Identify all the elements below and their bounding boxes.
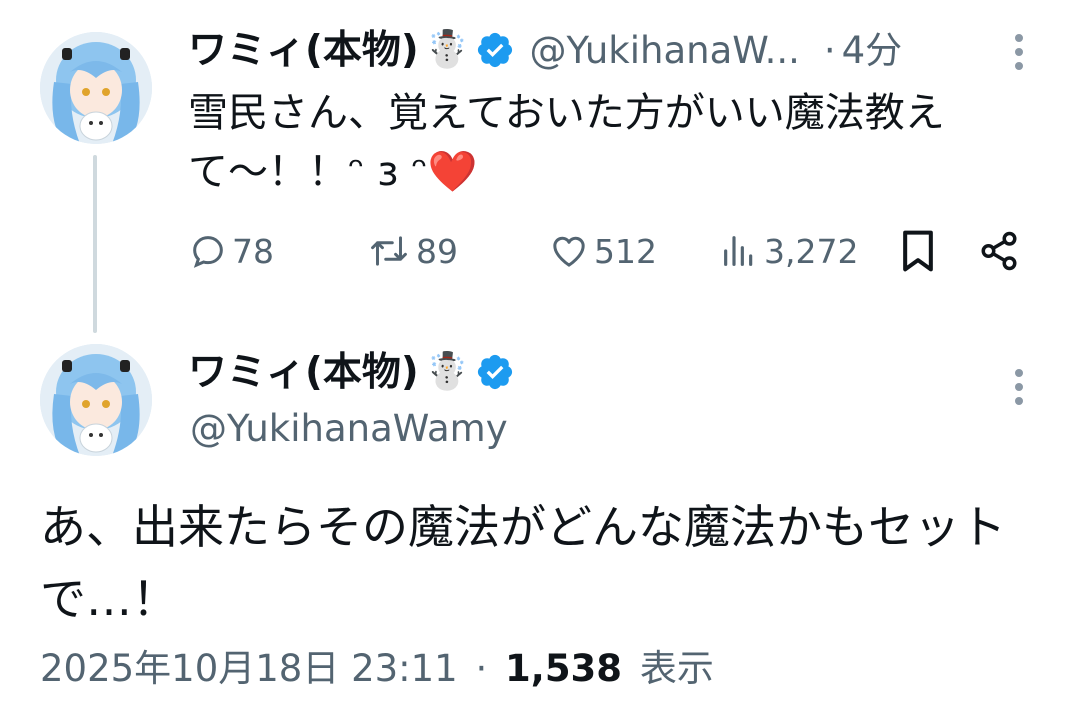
reply-count: 78 xyxy=(232,231,274,271)
time-separator: · xyxy=(823,28,836,72)
verified-badge-icon[interactable] xyxy=(475,352,515,392)
user-handle[interactable]: @YukihanaW... xyxy=(529,32,799,69)
reply-tweet-header: ワミィ(本物) ☃️ @YukihanaW... · 4分 xyxy=(188,30,902,70)
display-name[interactable]: ワミィ(本物) xyxy=(188,31,419,70)
display-name[interactable]: ワミィ(本物) xyxy=(188,353,419,392)
time-ago[interactable]: 4分 xyxy=(842,32,903,69)
share-icon[interactable] xyxy=(978,230,1020,272)
like-count: 512 xyxy=(594,231,657,271)
more-vertical-icon[interactable] xyxy=(1013,367,1025,407)
reply-tweet-text: 雪民さん、覚えておいた方がいい魔法教えて〜！！ᵔ з ᵔ❤️ xyxy=(188,90,945,195)
main-tweet-text: あ、出来たらその魔法がどんな魔法かもセットで…！ xyxy=(40,500,1006,626)
snowman-emoji-icon: ☃️ xyxy=(424,351,470,392)
avatar[interactable] xyxy=(40,32,152,144)
thread-connector-line xyxy=(93,155,97,333)
heart-icon xyxy=(553,236,585,267)
reply-button[interactable]: 78 xyxy=(188,231,274,271)
view-label: 表示 xyxy=(639,647,714,690)
more-vertical-icon[interactable] xyxy=(1013,32,1025,72)
tweet-meta: 2025年10月18日 23:11 · 1,538 表示 xyxy=(40,650,714,687)
view-count[interactable]: 1,538 xyxy=(505,647,622,690)
like-button[interactable]: 512 xyxy=(548,231,657,271)
snowman-emoji-icon: ☃️ xyxy=(424,29,470,70)
meta-separator: · xyxy=(475,647,488,690)
views-icon xyxy=(724,236,753,266)
views-count: 3,272 xyxy=(764,231,859,271)
reply-icon xyxy=(193,236,223,268)
bookmark-icon[interactable] xyxy=(898,229,938,273)
repost-icon xyxy=(371,236,407,266)
tweet-timestamp[interactable]: 2025年10月18日 23:11 xyxy=(40,647,458,690)
views-button[interactable]: 3,272 xyxy=(718,231,858,271)
user-handle[interactable]: @YukihanaWamy xyxy=(190,410,508,447)
main-tweet-header: ワミィ(本物) ☃️ xyxy=(188,352,515,392)
verified-badge-icon[interactable] xyxy=(475,30,515,70)
repost-button[interactable]: 89 xyxy=(366,231,458,271)
avatar[interactable] xyxy=(40,344,152,456)
repost-count: 89 xyxy=(416,231,458,271)
